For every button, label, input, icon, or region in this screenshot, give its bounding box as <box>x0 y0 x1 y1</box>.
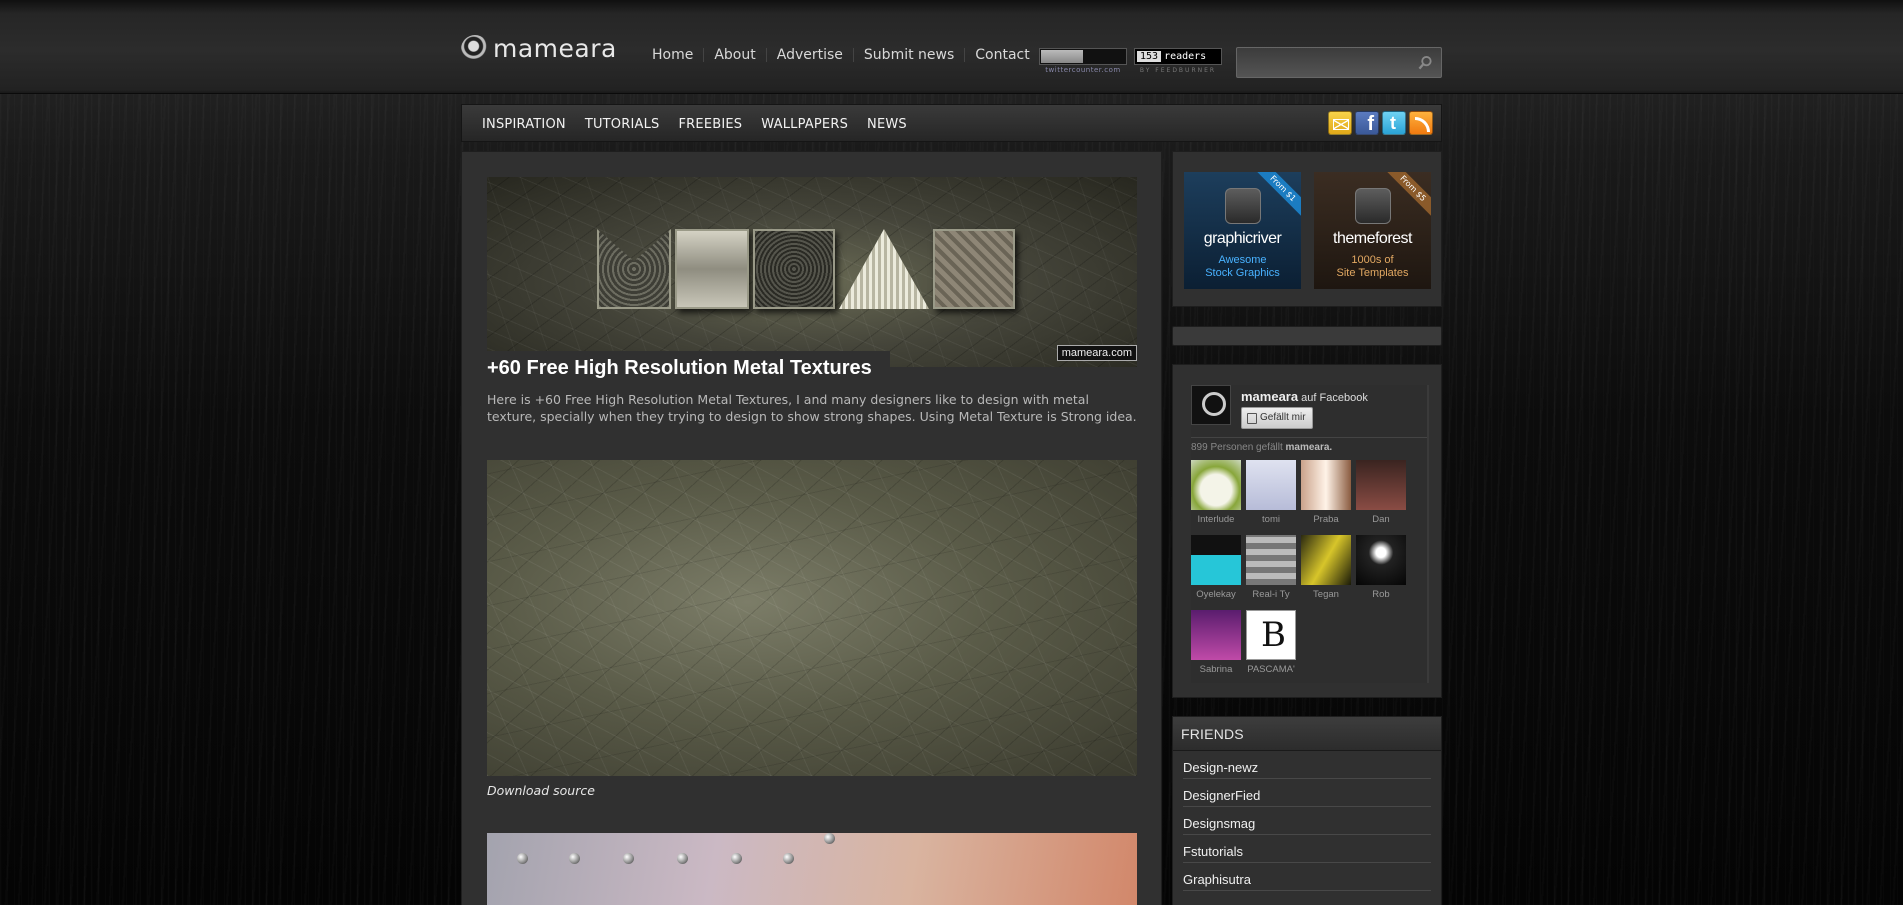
friend-link[interactable]: Designsmag <box>1183 816 1255 831</box>
image-watermark: mameara.com <box>1056 345 1137 361</box>
fan-avatar <box>1191 460 1241 510</box>
main-content: mameara.com +60 Free High Resolution Met… <box>461 151 1162 905</box>
fan-name: tomi <box>1262 514 1280 525</box>
header: mameara Home About Advertise Submit news… <box>0 0 1903 94</box>
post-title[interactable]: +60 Free High Resolution Metal Textures <box>487 351 890 384</box>
facebook-icon[interactable] <box>1355 111 1379 136</box>
fan-item[interactable]: Tegan <box>1301 535 1351 604</box>
feedburner-caption: BY FEEDBURNER <box>1139 67 1217 74</box>
post-excerpt: Here is +60 Free High Resolution Metal T… <box>487 392 1137 424</box>
ad-brand: themeforest <box>1333 230 1412 247</box>
feedburner-counter[interactable]: 153 readers BY FEEDBURNER <box>1134 48 1222 74</box>
fan-name: Dan <box>1372 514 1390 525</box>
top-navigation: Home About Advertise Submit news Contact <box>642 48 1040 62</box>
fan-avatar <box>1301 535 1351 585</box>
metal-letters-artwork <box>597 229 1015 309</box>
list-item: Fstutorials <box>1183 835 1431 863</box>
facebook-like-button[interactable]: Gefällt mir <box>1241 407 1313 429</box>
sidebar-ads: From $1 graphicriver Awesome Stock Graphi… <box>1172 151 1442 307</box>
twitter-counter[interactable]: twittercounter.com <box>1039 48 1127 74</box>
search-icon[interactable] <box>1418 55 1433 70</box>
fan-item[interactable]: Oyelekay <box>1191 535 1241 604</box>
facebook-fan-grid: Interlude tomi Praba Dan Oyelekay Real-i… <box>1191 460 1406 679</box>
friend-link[interactable]: Graphisutra <box>1183 872 1251 887</box>
fan-name: Praba <box>1313 514 1339 525</box>
fan-avatar <box>1356 460 1406 510</box>
nav-advertise[interactable]: Advertise <box>765 48 853 62</box>
friend-link[interactable]: Fstutorials <box>1183 844 1243 859</box>
fan-item[interactable]: Dan <box>1356 460 1406 529</box>
friends-list: Design-newz DesignerFied Designsmag Fstu… <box>1173 751 1441 891</box>
site-logo[interactable]: mameara <box>461 34 617 63</box>
list-item: DesignerFied <box>1183 779 1431 807</box>
themeforest-logo-icon <box>1355 188 1391 224</box>
sidebar-empty-widget <box>1172 326 1442 346</box>
fan-name: PASCAMA' <box>1247 664 1295 675</box>
fan-avatar <box>1356 535 1406 585</box>
fan-avatar <box>1191 610 1241 660</box>
category-news[interactable]: NEWS <box>867 117 907 132</box>
twitter-counter-caption: twittercounter.com <box>1045 66 1121 74</box>
graphicriver-ad[interactable]: From $1 graphicriver Awesome Stock Graphi… <box>1184 172 1301 289</box>
rss-icon[interactable] <box>1409 111 1433 135</box>
fan-item[interactable]: Real-i Ty <box>1246 535 1296 604</box>
post-hero-image[interactable]: mameara.com <box>487 177 1137 367</box>
friends-widget: FRIENDS Design-newz DesignerFied Designs… <box>1172 716 1442 905</box>
fan-name: Interlude <box>1197 514 1235 525</box>
fan-avatar <box>1246 460 1296 510</box>
fan-name: Tegan <box>1313 589 1339 600</box>
friends-heading: FRIENDS <box>1173 717 1441 751</box>
fan-item[interactable]: Sabrina <box>1191 610 1241 679</box>
facebook-fan-count: 899 Personen gefällt mameara. <box>1191 442 1333 453</box>
category-tutorials[interactable]: TUTORIALS <box>585 117 660 132</box>
reader-count: 153 <box>1137 51 1162 62</box>
search-input[interactable] <box>1237 48 1407 77</box>
fan-item[interactable]: PASCAMA' <box>1246 610 1296 679</box>
ad-tagline: Awesome Stock Graphics <box>1205 254 1280 279</box>
category-navigation: INSPIRATION TUTORIALS FREEBIES WALLPAPER… <box>482 117 907 132</box>
social-links <box>1328 111 1433 136</box>
list-item: Designsmag <box>1183 807 1431 835</box>
fan-avatar <box>1246 535 1296 585</box>
facebook-page-avatar[interactable] <box>1191 385 1231 425</box>
ad-brand: graphicriver <box>1203 230 1282 247</box>
fan-name: Sabrina <box>1199 664 1233 675</box>
search-box <box>1236 47 1442 78</box>
friend-link[interactable]: DesignerFied <box>1183 788 1260 803</box>
logo-text: mameara <box>493 34 617 63</box>
fan-item[interactable]: Interlude <box>1191 460 1241 529</box>
twitter-icon[interactable] <box>1382 111 1406 135</box>
nav-home[interactable]: Home <box>642 48 703 62</box>
list-item: Graphisutra <box>1183 863 1431 891</box>
list-item: Design-newz <box>1183 751 1431 779</box>
fan-item[interactable]: tomi <box>1246 460 1296 529</box>
fan-avatar <box>1301 460 1351 510</box>
category-inspiration[interactable]: INSPIRATION <box>482 117 566 132</box>
fan-avatar <box>1191 535 1241 585</box>
nav-contact[interactable]: Contact <box>964 48 1039 62</box>
category-freebies[interactable]: FREEBIES <box>679 117 743 132</box>
fan-name: Oyelekay <box>1196 589 1236 600</box>
download-source-link[interactable]: Download source <box>487 783 595 798</box>
themeforest-ad[interactable]: From $5 themeforest 1000s of Site Templat… <box>1314 172 1431 289</box>
facebook-page-name[interactable]: mameara auf Facebook <box>1241 389 1368 404</box>
fan-name: Rob <box>1372 589 1390 600</box>
fan-name: Real-i Ty <box>1252 589 1290 600</box>
mascot-logo-icon <box>461 34 489 63</box>
metal-texture-preview <box>487 460 1137 776</box>
fan-item[interactable]: Praba <box>1301 460 1351 529</box>
riveted-metal-texture-preview <box>487 833 1137 905</box>
friend-link[interactable]: Design-newz <box>1183 760 1258 775</box>
facebook-like-box: mameara auf Facebook Gefällt mir 899 Per… <box>1172 364 1442 698</box>
nav-submit-news[interactable]: Submit news <box>852 48 964 62</box>
fan-item[interactable]: Rob <box>1356 535 1406 604</box>
category-wallpapers[interactable]: WALLPAPERS <box>761 117 848 132</box>
graphicriver-logo-icon <box>1225 188 1261 224</box>
fan-avatar <box>1246 610 1296 660</box>
ad-tagline: 1000s of Site Templates <box>1336 254 1409 279</box>
mail-icon[interactable] <box>1328 111 1352 135</box>
reader-label: readers <box>1164 51 1207 62</box>
category-bar: INSPIRATION TUTORIALS FREEBIES WALLPAPER… <box>461 104 1442 142</box>
nav-about[interactable]: About <box>703 48 765 62</box>
